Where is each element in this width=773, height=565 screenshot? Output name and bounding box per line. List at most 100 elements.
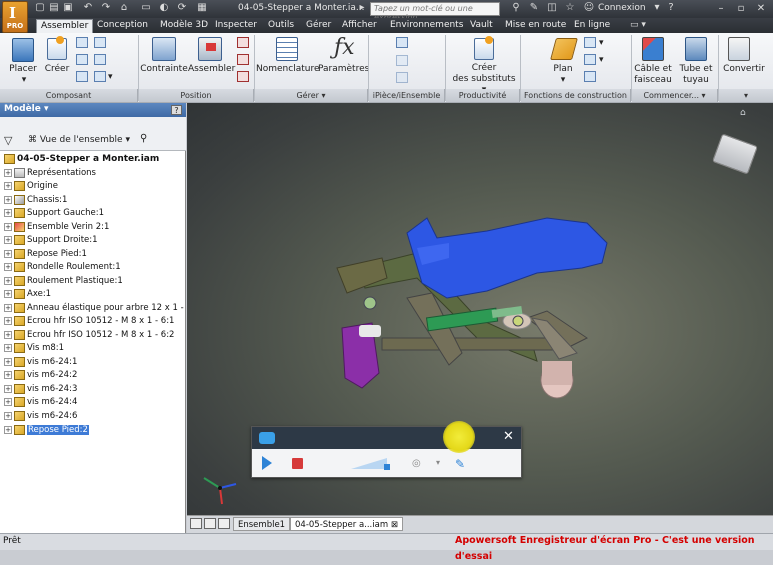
home-icon[interactable]: ⌂ xyxy=(118,2,130,14)
select-icon[interactable]: ▭ xyxy=(140,2,152,14)
tree-item[interactable]: + Vis m8:1 xyxy=(4,342,64,355)
tab-afficher[interactable]: Afficher xyxy=(338,19,381,32)
iassembly-icon[interactable] xyxy=(396,72,408,83)
tree-item-selected[interactable]: + Repose Pied:2 xyxy=(4,424,89,437)
tile-icon[interactable] xyxy=(190,518,202,529)
expand-icon[interactable]: + xyxy=(4,303,12,312)
expand-icon[interactable]: + xyxy=(4,357,12,366)
tab-vault[interactable]: Vault xyxy=(466,19,497,32)
tree-item[interactable]: + Ecrou hfr ISO 10512 - M 8 x 1 - 6:1 xyxy=(4,315,174,328)
expand-icon[interactable]: + xyxy=(4,411,12,420)
tree-item[interactable]: + Anneau élastique pour arbre 12 x 1 - BS xyxy=(4,302,197,315)
close-icon[interactable]: ✕ xyxy=(751,1,771,16)
rotate-icon[interactable] xyxy=(237,54,249,65)
tree-root[interactable]: 04-05-Stepper a Monter.iam xyxy=(4,153,159,166)
place-dropdown-icon[interactable]: ▾ xyxy=(14,75,34,86)
expand-icon[interactable]: + xyxy=(4,222,12,231)
pattern-icon[interactable] xyxy=(76,37,88,48)
filter-icon[interactable]: ▽ xyxy=(4,134,16,147)
expand-icon[interactable]: + xyxy=(4,235,12,244)
replace-icon[interactable] xyxy=(94,54,106,65)
expand-icon[interactable]: + xyxy=(4,181,12,190)
undo-icon[interactable]: ↶ xyxy=(82,2,94,14)
grip-icon[interactable] xyxy=(237,71,249,82)
expand-icon[interactable]: + xyxy=(4,425,12,434)
tree-item[interactable]: + Repose Pied:1 xyxy=(4,248,87,261)
cart-icon[interactable]: ◫ xyxy=(546,2,558,14)
expand-icon[interactable]: + xyxy=(4,370,12,379)
tab-close-icon[interactable]: ⊠ xyxy=(391,520,398,530)
expand-icon[interactable]: + xyxy=(4,397,12,406)
cascade-icon[interactable] xyxy=(204,518,216,529)
ipart-table-icon[interactable] xyxy=(396,55,408,66)
fx-icon[interactable]: ƒx xyxy=(334,35,355,60)
doc-tab-ensemble1[interactable]: Ensemble1 xyxy=(233,517,291,531)
tab-mise-en-route[interactable]: Mise en route xyxy=(501,19,570,32)
cable-harness-icon[interactable] xyxy=(642,37,664,61)
tab-inspecter[interactable]: Inspecter xyxy=(211,19,261,32)
model-browser-title[interactable]: Modèle ▾ xyxy=(0,103,186,117)
home-view-icon[interactable]: ⌂ xyxy=(740,108,751,118)
tree-item[interactable]: + Roulement Plastique:1 xyxy=(4,275,123,288)
shrinkwrap-icon[interactable] xyxy=(76,71,88,82)
webcam-icon[interactable]: ◎ xyxy=(412,458,426,469)
plane-button[interactable]: Plan ▾ xyxy=(548,64,578,86)
redo-icon[interactable]: ↷ xyxy=(100,2,112,14)
view-selector[interactable]: ⌘ Vue de l'ensemble ▾ xyxy=(28,133,138,147)
expand-icon[interactable]: + xyxy=(4,249,12,258)
panel-convert-arrow[interactable]: ▾ xyxy=(719,89,773,102)
volume-slider-icon[interactable] xyxy=(351,456,391,470)
work-axis-icon[interactable] xyxy=(584,37,596,48)
expand-icon[interactable]: + xyxy=(4,276,12,285)
axis-dropdown-icon[interactable]: ▾ xyxy=(599,38,604,49)
tab-en-ligne[interactable]: En ligne xyxy=(570,19,614,32)
assemble-button[interactable]: Assembler xyxy=(188,64,235,75)
ribbon-toggle-icon[interactable]: ▭ ▾ xyxy=(626,19,650,32)
new-icon[interactable]: ▢ xyxy=(34,2,46,14)
window-list-icon[interactable] xyxy=(218,518,230,529)
expand-icon[interactable]: + xyxy=(4,262,12,271)
place-component-icon[interactable] xyxy=(12,38,34,62)
help-icon[interactable]: ? xyxy=(665,2,677,14)
play-icon[interactable] xyxy=(262,456,272,470)
expand-icon[interactable]: + xyxy=(4,208,12,217)
create-button[interactable]: Créer xyxy=(42,64,72,75)
save-icon[interactable]: ▣ xyxy=(62,2,74,14)
tab-modele-3d[interactable]: Modèle 3D xyxy=(156,19,212,32)
place-button[interactable]: Placer xyxy=(6,64,40,75)
tab-assembler[interactable]: Assembler xyxy=(36,19,94,33)
tree-item[interactable]: + Ensemble Verin 2:1 xyxy=(4,221,109,234)
tab-environnements[interactable]: Environnements xyxy=(386,19,467,32)
tree-item[interactable]: + Axe:1 xyxy=(4,288,51,301)
tube-pipe-icon[interactable] xyxy=(685,37,707,61)
tab-outils[interactable]: Outils xyxy=(264,19,298,32)
doc-tab-stepper[interactable]: 04-05-Stepper a...iam ⊠ xyxy=(290,517,403,531)
expand-icon[interactable]: + xyxy=(4,330,12,339)
expand-icon[interactable]: + xyxy=(4,289,12,298)
search-input[interactable]: Tapez un mot-clé ou une expression xyxy=(370,2,500,22)
tube-pipe-button[interactable]: Tube et tuyau xyxy=(676,64,716,86)
material-icon[interactable]: ◐ xyxy=(158,2,170,14)
expand-icon[interactable]: + xyxy=(4,316,12,325)
substitute-icon[interactable] xyxy=(94,71,106,82)
tree-item[interactable]: + vis m6-24:2 xyxy=(4,369,77,382)
wrench-icon[interactable]: ✎ xyxy=(528,2,540,14)
cable-harness-button[interactable]: Câble et faisceau xyxy=(632,64,674,86)
binoculars-icon[interactable]: ⚲ xyxy=(510,2,522,14)
webcam-dropdown-icon[interactable]: ▾ xyxy=(436,458,440,467)
tree-item[interactable]: + Rondelle Roulement:1 xyxy=(4,261,121,274)
binoculars-icon[interactable]: ⚲ xyxy=(140,133,147,144)
expand-icon[interactable]: + xyxy=(4,343,12,352)
tab-gerer[interactable]: Gérer xyxy=(302,19,335,32)
parameters-button[interactable]: Paramètres xyxy=(318,64,369,75)
tree-item[interactable]: + vis m6-24:3 xyxy=(4,383,77,396)
mirror-icon[interactable] xyxy=(76,54,88,65)
convert-button[interactable]: Convertir xyxy=(718,64,770,75)
work-point-icon[interactable] xyxy=(584,54,596,65)
panel-commencer[interactable]: Commencer... ▾ xyxy=(632,89,718,102)
arrow-right-icon[interactable]: ▸ xyxy=(356,2,368,14)
move-icon[interactable] xyxy=(237,37,249,48)
ipart-icon[interactable] xyxy=(396,37,408,48)
tree-item[interactable]: + vis m6-24:4 xyxy=(4,396,77,409)
constraint-button[interactable]: Contrainte xyxy=(140,64,188,75)
